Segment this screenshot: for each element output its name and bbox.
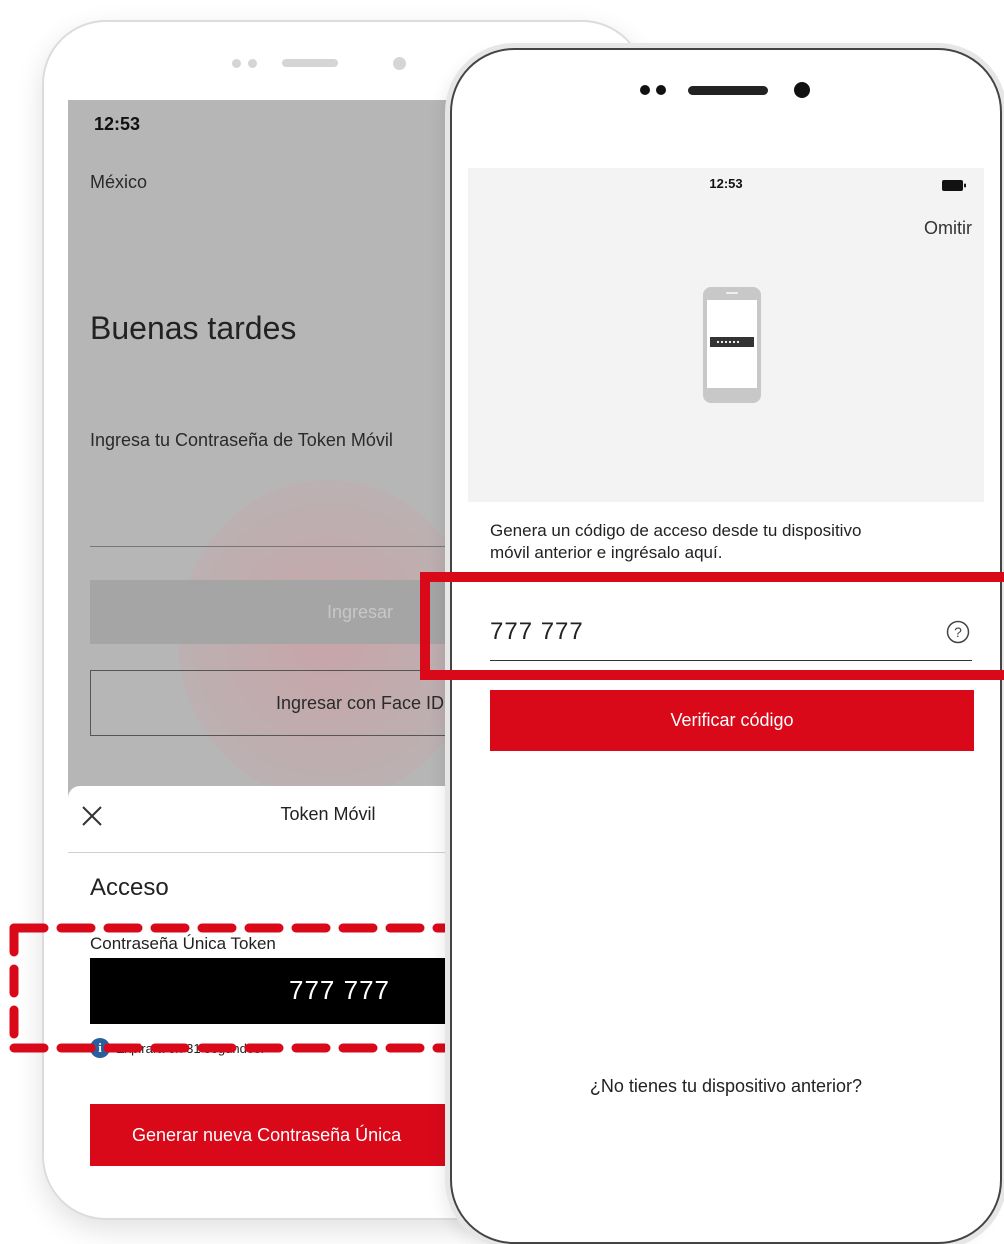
speaker-grille	[688, 86, 768, 95]
greeting-heading: Buenas tardes	[90, 310, 297, 346]
camera-dot-icon	[656, 85, 666, 95]
token-prompt: Ingresa tu Contraseña de Token Móvil	[90, 430, 393, 450]
instruction-text: Genera un código de acceso desde tu disp…	[490, 520, 861, 564]
token-highlight-dashed	[9, 923, 470, 1053]
section-heading: Acceso	[90, 874, 169, 901]
camera-dot-icon	[248, 59, 257, 68]
instruction-line: Genera un código de acceso desde tu disp…	[490, 521, 862, 540]
skip-button[interactable]: Omitir	[924, 218, 972, 239]
code-highlight-box	[420, 572, 1004, 680]
status-time: 12:53	[709, 176, 743, 191]
verify-code-button[interactable]: Verificar código	[490, 690, 974, 751]
camera-dot-icon	[232, 59, 241, 68]
no-device-link[interactable]: ¿No tienes tu dispositivo anterior?	[452, 1076, 1000, 1097]
front-camera-icon	[794, 82, 810, 98]
front-camera-icon	[393, 57, 406, 70]
camera-dot-icon	[640, 85, 650, 95]
instruction-line: móvil anterior e ingrésalo aquí.	[490, 543, 723, 562]
status-time: 12:53	[94, 114, 141, 134]
region-label[interactable]: México	[90, 172, 147, 193]
battery-icon	[942, 178, 966, 191]
onboarding-header: 12:53 Omitir	[468, 168, 984, 502]
phone-illustration	[702, 286, 762, 404]
speaker-grille	[282, 59, 338, 67]
